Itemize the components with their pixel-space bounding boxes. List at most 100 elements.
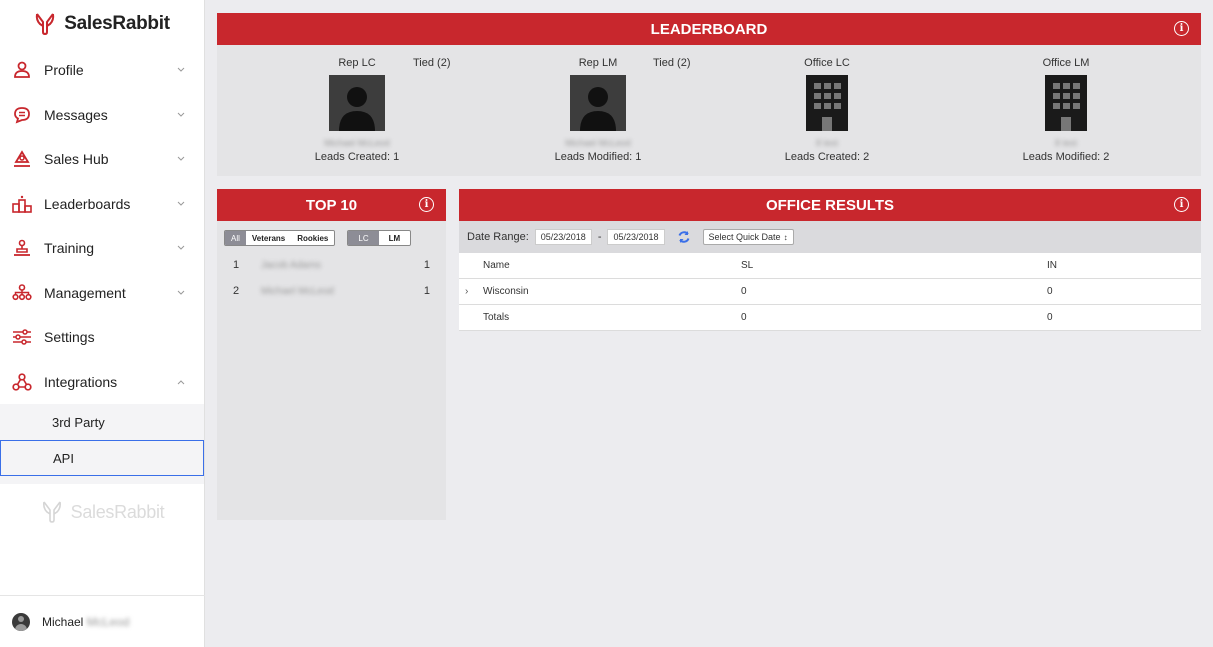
sidebar-item-sales-hub[interactable]: Sales Hub bbox=[0, 137, 204, 182]
integrations-icon bbox=[10, 370, 34, 394]
sidebar-subitem-api[interactable]: API bbox=[0, 440, 204, 476]
info-icon[interactable]: i bbox=[1174, 197, 1189, 212]
user-name: Michael McLeod bbox=[42, 615, 129, 629]
integrations-submenu: 3rd Party API bbox=[0, 404, 204, 484]
leaderboard-header: LEADERBOARD i bbox=[217, 13, 1201, 45]
sidebar-item-management[interactable]: Management bbox=[0, 271, 204, 316]
column-header-sl[interactable]: SL bbox=[697, 260, 1047, 271]
sidebar-item-label: Messages bbox=[44, 106, 108, 123]
chevron-down-icon bbox=[176, 65, 186, 75]
filter-rookies[interactable]: Rookies bbox=[291, 231, 335, 245]
rank-value: 1 bbox=[423, 285, 430, 297]
top10-header: TOP 10 i bbox=[217, 189, 446, 221]
user-first-name: Michael bbox=[42, 614, 84, 629]
sidebar-item-label: Training bbox=[44, 240, 95, 257]
list-item[interactable]: 1 Jacob Adams 1 bbox=[217, 252, 446, 278]
row-sl: 0 bbox=[741, 286, 747, 297]
chevron-down-icon bbox=[176, 110, 186, 120]
brand-logo[interactable]: SalesRabbit bbox=[0, 0, 204, 48]
footer-brand-name: SalesRabbit bbox=[70, 501, 165, 522]
card-name: 8 test bbox=[1054, 138, 1077, 148]
card-metric: Leads Modified: 1 bbox=[554, 151, 642, 163]
sidebar-item-profile[interactable]: Profile bbox=[0, 48, 204, 93]
building-icon bbox=[1045, 75, 1087, 131]
chat-icon bbox=[10, 103, 34, 127]
rank-name: Michael McLeod bbox=[261, 285, 334, 297]
filter-lm[interactable]: LM bbox=[378, 231, 411, 245]
building-icon bbox=[806, 75, 848, 131]
date-range-bar: Date Range: 05/23/2018 - 05/23/2018 Sele… bbox=[459, 221, 1201, 253]
chevron-down-icon bbox=[176, 154, 186, 164]
office-results-panel: OFFICE RESULTS i Date Range: 05/23/2018 … bbox=[459, 189, 1201, 331]
rank-name: Jacob Adams bbox=[261, 259, 322, 271]
org-chart-icon bbox=[10, 281, 34, 305]
sidebar-item-label: Settings bbox=[44, 329, 95, 346]
sidebar-subitem-3rd-party[interactable]: 3rd Party bbox=[0, 404, 204, 440]
chevron-up-icon bbox=[176, 377, 186, 387]
table-row: Totals 0 0 bbox=[459, 305, 1201, 331]
sidebar-item-training[interactable]: Training bbox=[0, 226, 204, 271]
date-separator: - bbox=[597, 231, 602, 243]
card-name: Michael McLeod bbox=[324, 138, 390, 148]
person-silhouette-icon bbox=[570, 75, 626, 131]
quick-date-select[interactable]: Select Quick Date ↕ bbox=[702, 229, 794, 245]
podium-icon bbox=[10, 192, 34, 216]
chevron-down-icon bbox=[176, 243, 186, 253]
date-from-input[interactable]: 05/23/2018 bbox=[534, 229, 592, 245]
filter-lc[interactable]: LC bbox=[348, 231, 379, 245]
experience-filter: All Veterans Rookies bbox=[224, 230, 336, 246]
table-header-row: Name SL IN bbox=[459, 253, 1201, 279]
chevron-right-icon[interactable]: › bbox=[465, 286, 468, 297]
row-sl: 0 bbox=[741, 312, 747, 323]
row-in: 0 bbox=[1047, 286, 1053, 297]
card-metric: Leads Created: 1 bbox=[314, 151, 400, 163]
sidebar-item-label: Integrations bbox=[44, 373, 118, 390]
rank-value: 1 bbox=[423, 259, 430, 271]
sidebar-item-messages[interactable]: Messages bbox=[0, 93, 204, 138]
tied-label: Tied (2) bbox=[413, 57, 451, 69]
column-header-in[interactable]: IN bbox=[1047, 260, 1201, 271]
panel-title: LEADERBOARD bbox=[650, 20, 768, 38]
person-silhouette-icon bbox=[329, 75, 385, 131]
filter-veterans[interactable]: Veterans bbox=[245, 231, 292, 245]
rank-number: 1 bbox=[233, 259, 240, 271]
top10-panel: TOP 10 i All Veterans Rookies LC LM 1 Ja… bbox=[217, 189, 446, 520]
info-icon[interactable]: i bbox=[419, 197, 434, 212]
chevron-down-icon bbox=[176, 199, 186, 209]
sidebar-item-integrations[interactable]: Integrations bbox=[0, 360, 204, 405]
row-name: Wisconsin bbox=[483, 286, 529, 297]
row-name: Totals bbox=[483, 312, 510, 323]
chevron-down-icon bbox=[176, 288, 186, 298]
row-in: 0 bbox=[1047, 312, 1053, 323]
sidebar-item-label: Management bbox=[44, 284, 126, 301]
refresh-icon[interactable] bbox=[677, 230, 691, 244]
column-header-name[interactable]: Name bbox=[459, 260, 697, 271]
list-item[interactable]: 2 Michael McLeod 1 bbox=[217, 278, 446, 304]
leader-card-office-lm[interactable]: Office LM 8 test Leads Modified: 2 bbox=[996, 57, 1136, 163]
rabbit-logo-icon bbox=[36, 13, 55, 35]
user-profile-bar[interactable]: Michael McLeod bbox=[0, 595, 205, 647]
card-title: Rep LM bbox=[578, 57, 618, 69]
sidebar-item-leaderboards[interactable]: Leaderboards bbox=[0, 182, 204, 227]
sidebar: SalesRabbit Profile Messages Sales Hub L… bbox=[0, 0, 205, 647]
table-row[interactable]: › Wisconsin 0 0 bbox=[459, 279, 1201, 305]
date-to-input[interactable]: 05/23/2018 bbox=[607, 229, 665, 245]
leader-card-office-lc[interactable]: Office LC 8 test Leads Created: 2 bbox=[757, 57, 897, 163]
panel-title: TOP 10 bbox=[305, 196, 358, 214]
sidebar-item-settings[interactable]: Settings bbox=[0, 315, 204, 360]
sidebar-item-label: Leaderboards bbox=[44, 195, 131, 212]
info-icon[interactable]: i bbox=[1174, 21, 1189, 36]
leader-card-rep-lc[interactable]: Rep LC Michael McLeod Leads Created: 1 bbox=[287, 57, 427, 163]
card-name: Michael McLeod bbox=[565, 138, 631, 148]
top10-filters: All Veterans Rookies LC LM bbox=[217, 221, 446, 252]
leaderboard-panel: LEADERBOARD i Rep LC Michael McLeod Lead… bbox=[217, 13, 1201, 176]
avatar bbox=[12, 612, 30, 631]
footer-logo: SalesRabbit bbox=[0, 500, 205, 524]
metric-filter: LC LM bbox=[347, 230, 412, 246]
leader-card-rep-lm[interactable]: Rep LM Michael McLeod Leads Modified: 1 bbox=[528, 57, 668, 163]
card-title: Office LM bbox=[1042, 57, 1090, 69]
user-last-name: McLeod bbox=[86, 614, 130, 629]
filter-all[interactable]: All bbox=[225, 231, 246, 245]
select-arrows-icon: ↕ bbox=[783, 232, 788, 242]
sidebar-item-label: Sales Hub bbox=[44, 151, 109, 168]
